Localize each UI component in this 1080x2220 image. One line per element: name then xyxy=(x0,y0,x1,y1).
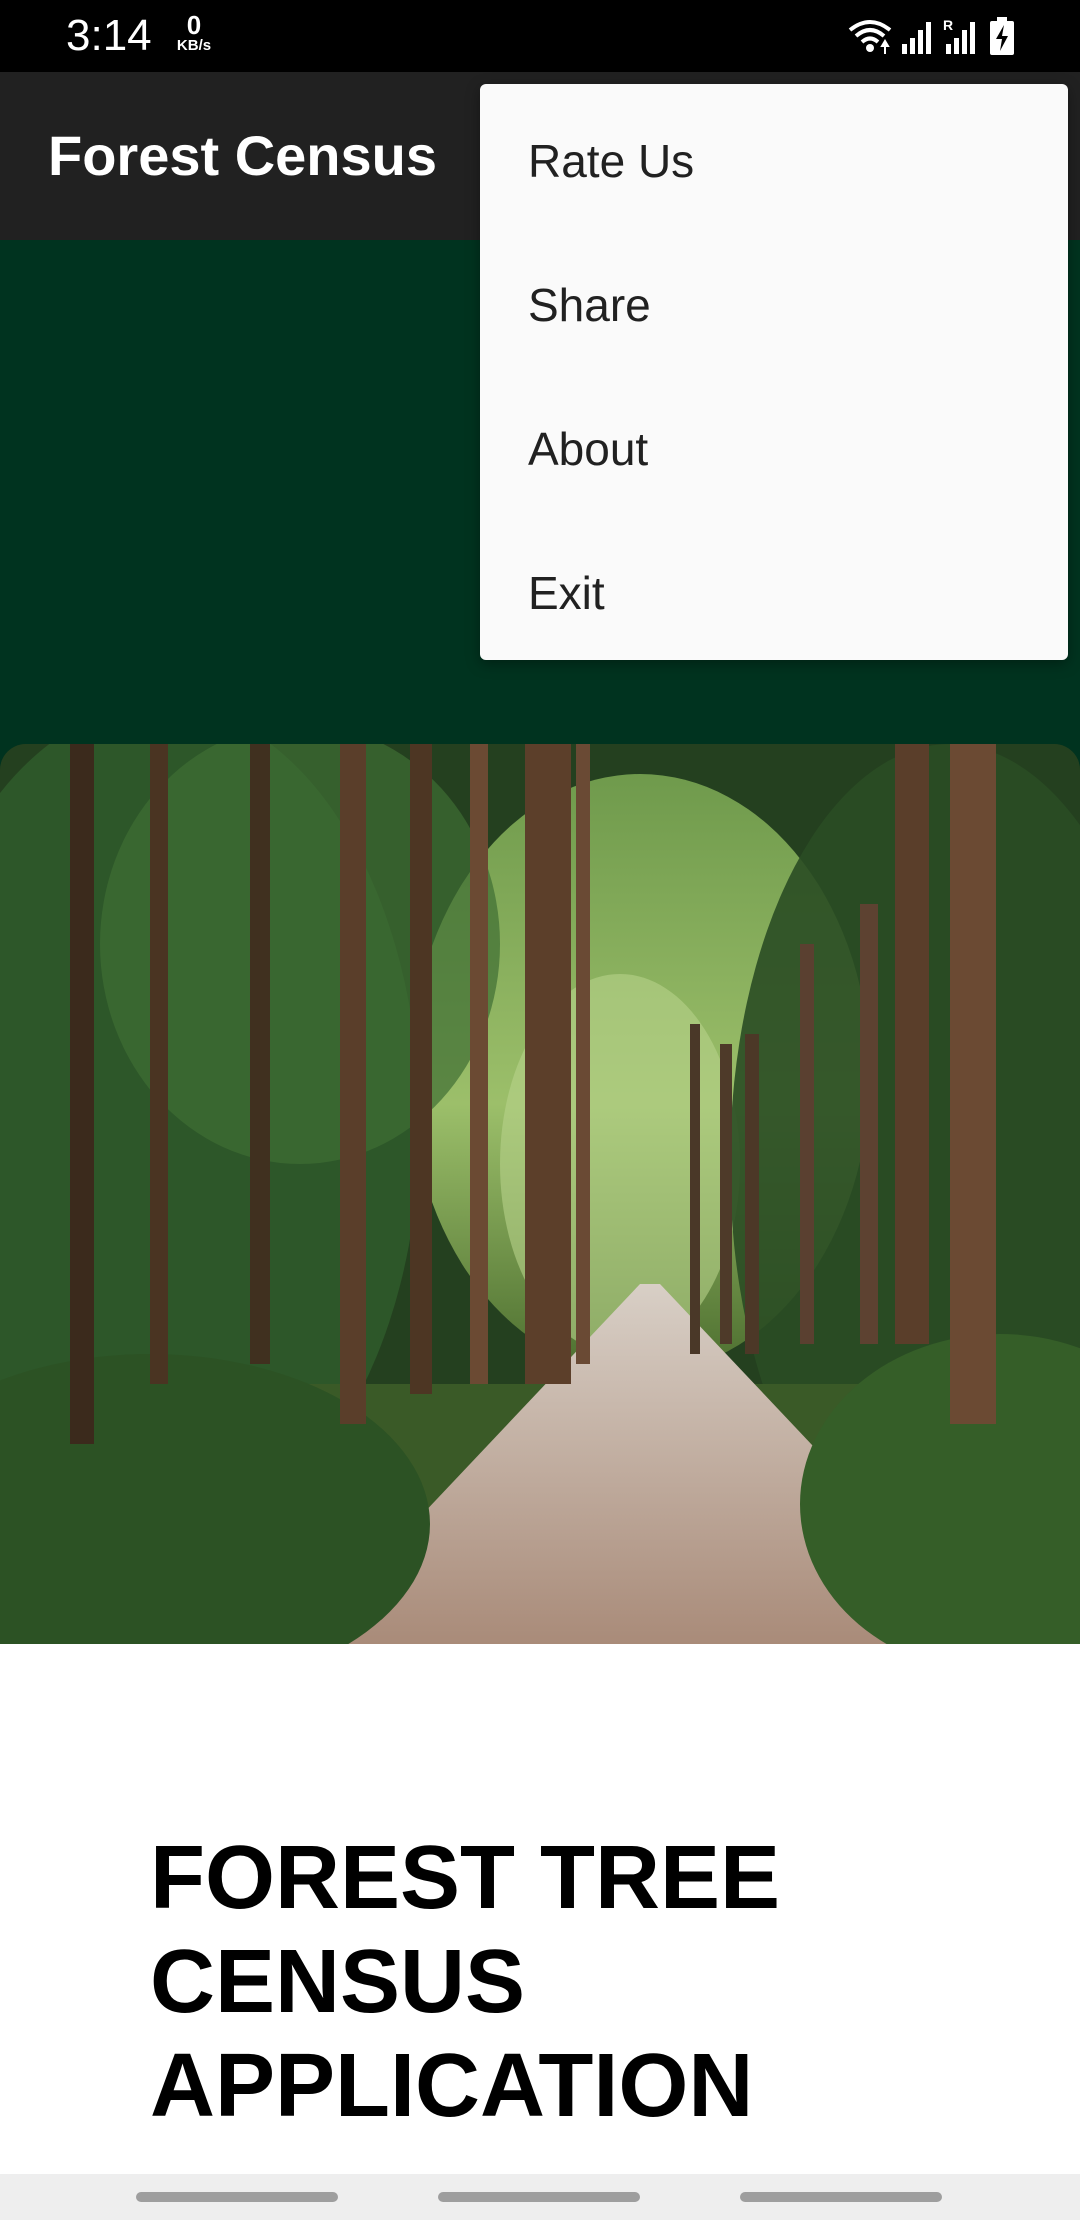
menu-item-about[interactable]: About xyxy=(480,372,1068,516)
roaming-label: R xyxy=(943,17,953,33)
heading-line-3: APPLICATION xyxy=(150,2036,754,2136)
status-bar: 3:14 0 KB/s R xyxy=(0,0,1080,72)
menu-item-label: Exit xyxy=(528,567,605,619)
network-speed-unit: KB/s xyxy=(176,37,212,54)
menu-item-rate-us[interactable]: Rate Us xyxy=(480,84,1068,228)
nav-home-handle[interactable] xyxy=(438,2192,640,2202)
app-title: Forest Census xyxy=(48,124,437,187)
menu-item-label: Rate Us xyxy=(528,135,695,187)
status-time: 3:14 xyxy=(66,11,152,60)
heading-line-2: CENSUS xyxy=(150,1932,526,2032)
navigation-bar xyxy=(0,2174,1080,2220)
network-speed-value: 0 xyxy=(186,10,202,40)
forest-path-image xyxy=(0,744,1080,1644)
battery-charging-icon xyxy=(988,16,1016,56)
status-icons: R xyxy=(846,14,1016,58)
signal-roaming-icon: R xyxy=(942,16,982,56)
heading-line-1: FOREST TREE xyxy=(150,1828,781,1928)
page-heading: FOREST TREE CENSUS APPLICATION xyxy=(150,1826,1030,2138)
overflow-menu: Rate Us Share About Exit xyxy=(480,84,1068,660)
menu-item-exit[interactable]: Exit xyxy=(480,516,1068,660)
wifi-icon xyxy=(846,16,894,56)
menu-item-label: About xyxy=(528,423,649,475)
nav-back-handle[interactable] xyxy=(740,2192,942,2202)
network-speed-indicator: 0 KB/s xyxy=(168,12,220,54)
nav-recents-handle[interactable] xyxy=(136,2192,338,2202)
signal-icon xyxy=(900,16,936,56)
menu-item-label: Share xyxy=(528,279,651,331)
menu-item-share[interactable]: Share xyxy=(480,228,1068,372)
